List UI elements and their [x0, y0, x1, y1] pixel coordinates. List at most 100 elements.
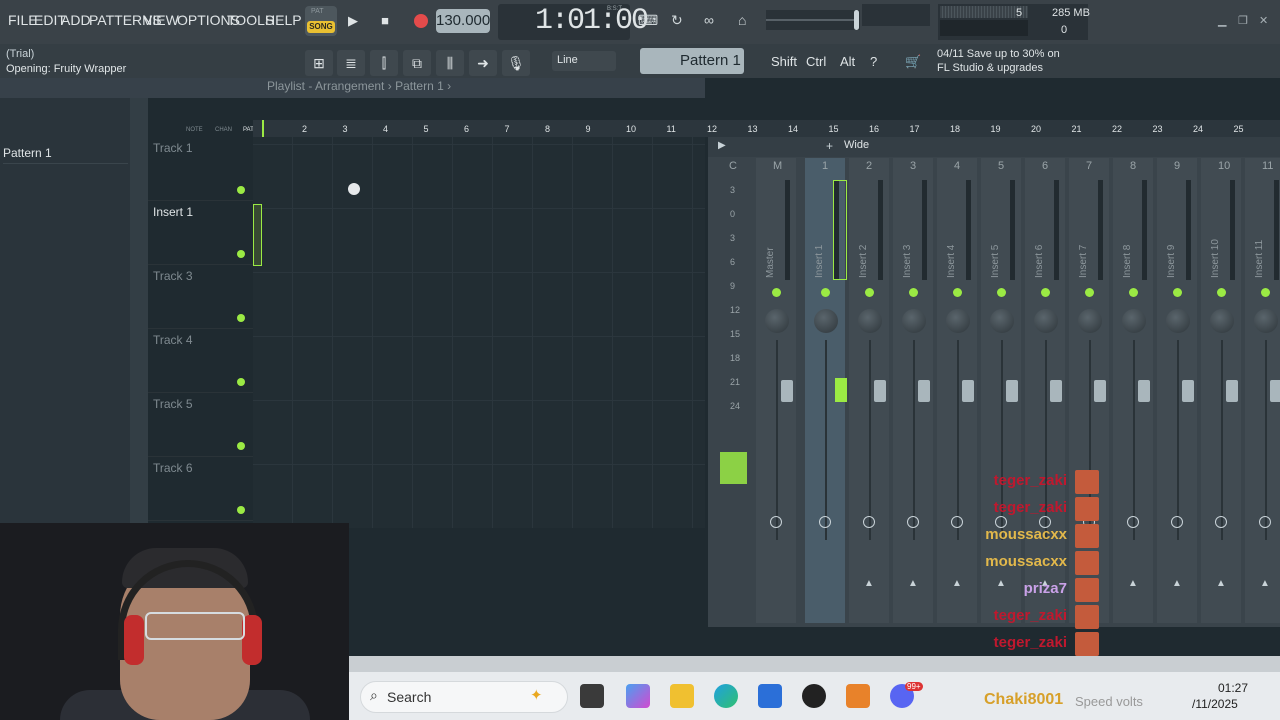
cart-icon[interactable]: 🛒	[905, 50, 921, 74]
timeline-ruler[interactable]	[253, 120, 1280, 137]
file-explorer-icon[interactable]	[670, 684, 694, 708]
metronome-icon[interactable]: ⌂	[738, 12, 746, 28]
stop-button[interactable]: ■	[373, 9, 397, 33]
mixer-enable-led[interactable]	[821, 288, 830, 297]
edge-icon[interactable]	[714, 684, 738, 708]
track-header[interactable]: Track 4	[148, 329, 253, 393]
mixer-pan-knob[interactable]	[1078, 309, 1102, 333]
track-header[interactable]: Track 5	[148, 393, 253, 457]
picker-scrollbar[interactable]	[130, 98, 148, 528]
mixer-latency-icon[interactable]	[819, 516, 831, 528]
play-button[interactable]: ▶	[341, 9, 365, 33]
mixer-volume-fader[interactable]	[1182, 380, 1194, 402]
mixer-volume-fader[interactable]	[962, 380, 974, 402]
record-button[interactable]	[409, 9, 433, 33]
mixer-enable-led[interactable]	[865, 288, 874, 297]
menu-view[interactable]: VIEW	[143, 12, 179, 28]
alt-key[interactable]: Alt	[840, 50, 855, 74]
mixer-add-icon[interactable]: +	[826, 139, 833, 153]
mixer-latency-icon[interactable]	[863, 516, 875, 528]
store-icon[interactable]	[758, 684, 782, 708]
news-panel[interactable]: 04/11 Save up to 30% on FL Studio & upgr…	[937, 47, 1060, 75]
mixer-pan-knob[interactable]	[1166, 309, 1190, 333]
mixer-route-arrow-icon[interactable]: ▲	[1172, 578, 1182, 589]
help-icon[interactable]: ?	[870, 50, 877, 74]
song-position[interactable]: 1:01:00	[535, 4, 649, 38]
mixer-latency-icon[interactable]	[770, 516, 782, 528]
channel-rack-icon[interactable]: ≣	[337, 50, 365, 76]
tool-chan[interactable]: CHAN	[215, 127, 232, 133]
mixer-enable-led[interactable]	[1041, 288, 1050, 297]
mixer-enable-led[interactable]	[1085, 288, 1094, 297]
copilot-sparkle-icon[interactable]: ✦	[530, 686, 543, 704]
mixer-enable-led[interactable]	[1217, 288, 1226, 297]
mixer-enable-led[interactable]	[997, 288, 1006, 297]
mixer-latency-icon[interactable]	[1127, 516, 1139, 528]
mixer-pan-knob[interactable]	[1254, 309, 1278, 333]
mixer-latency-icon[interactable]	[1215, 516, 1227, 528]
typing-keyboard-icon[interactable]: ⌨	[638, 12, 658, 29]
shift-key[interactable]: Shift	[771, 50, 797, 74]
track-header[interactable]: Track 6	[148, 457, 253, 521]
master-pitch-slider[interactable]	[862, 4, 930, 26]
track-mute-led[interactable]	[237, 506, 245, 514]
clock-time[interactable]: 01:27	[1218, 681, 1248, 695]
mixer-pan-knob[interactable]	[1034, 309, 1058, 333]
mixer-latency-icon[interactable]	[1171, 516, 1183, 528]
tool-note[interactable]: NOTE	[186, 127, 203, 133]
mixer-enable-led[interactable]	[1261, 288, 1270, 297]
mixer-enable-led[interactable]	[1173, 288, 1182, 297]
mixer-route-arrow-icon[interactable]: ▲	[1216, 578, 1226, 589]
track-mute-led[interactable]	[237, 442, 245, 450]
arrangement-grid[interactable]	[253, 137, 705, 528]
mixer-pan-knob[interactable]	[858, 309, 882, 333]
countdown-icon[interactable]: ↻	[671, 12, 683, 29]
close-icon[interactable]: ✕	[1259, 14, 1268, 27]
m365-icon[interactable]	[626, 684, 650, 708]
mixer-volume-fader[interactable]	[1006, 380, 1018, 402]
track-mute-led[interactable]	[237, 314, 245, 322]
mixer-enable-led[interactable]	[953, 288, 962, 297]
mixer-enable-led[interactable]	[1129, 288, 1138, 297]
mixer-width-mode[interactable]: Wide	[844, 139, 869, 151]
mixer-volume-fader[interactable]	[874, 380, 886, 402]
mixer-enable-led[interactable]	[772, 288, 781, 297]
mixer-icon[interactable]: ⫼	[436, 50, 464, 76]
obs-icon[interactable]	[802, 684, 826, 708]
browser-icon[interactable]: ⧉	[403, 50, 431, 76]
track-header[interactable]: Insert 1	[148, 201, 253, 265]
insert1-fader[interactable]	[835, 378, 847, 402]
mixer-route-arrow-icon[interactable]: ▲	[864, 578, 874, 589]
playlist-icon[interactable]: ⊞	[305, 50, 333, 76]
track-mute-led[interactable]	[237, 186, 245, 194]
maximize-icon[interactable]: ❐	[1238, 14, 1248, 27]
mixer-volume-fader[interactable]	[1270, 380, 1280, 402]
mixer-volume-fader[interactable]	[781, 380, 793, 402]
clock-date[interactable]: /11/2025	[1192, 697, 1238, 711]
track-mute-led[interactable]	[237, 378, 245, 386]
menu-add[interactable]: ADD	[61, 12, 91, 28]
ctrl-key[interactable]: Ctrl	[806, 50, 826, 74]
mixer-menu-icon[interactable]: ▶	[718, 140, 726, 151]
mixer-enable-led[interactable]	[909, 288, 918, 297]
loop-record-icon[interactable]: ∞	[704, 12, 714, 28]
tempo-display[interactable]: 130.000	[436, 9, 490, 33]
audio-clip[interactable]	[253, 204, 262, 266]
mixer-volume-fader[interactable]	[1050, 380, 1062, 402]
playhead[interactable]	[262, 120, 264, 138]
mixer-pan-knob[interactable]	[946, 309, 970, 333]
pat-song-toggle[interactable]: PAT SONG	[305, 6, 337, 36]
track-mute-led[interactable]	[237, 250, 245, 258]
track-header[interactable]: Track 3	[148, 265, 253, 329]
mixer-latency-icon[interactable]	[1259, 516, 1271, 528]
mixer-pan-knob[interactable]	[765, 309, 789, 333]
microphone-icon[interactable]: 🎙	[502, 50, 530, 76]
track-header[interactable]: Track 1	[148, 137, 253, 201]
mixer-volume-fader[interactable]	[918, 380, 930, 402]
mixer-route-arrow-icon[interactable]: ▲	[1260, 578, 1270, 589]
snap-select[interactable]: Line	[552, 51, 616, 71]
pattern-select[interactable]: Pattern 1	[640, 48, 744, 74]
master-volume-slider[interactable]	[766, 10, 860, 30]
mixer-route-arrow-icon[interactable]: ▲	[1128, 578, 1138, 589]
mixer-pan-knob[interactable]	[990, 309, 1014, 333]
